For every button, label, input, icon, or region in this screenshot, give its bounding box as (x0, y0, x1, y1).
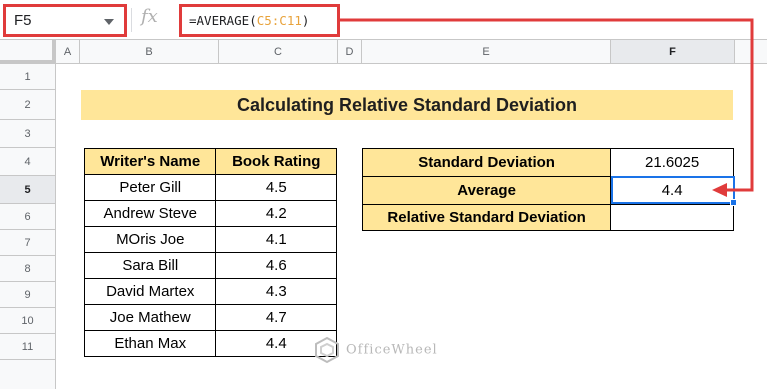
officewheel-logo-icon (315, 336, 339, 364)
annotation-arrow (340, 18, 754, 197)
watermark: OfficeWheel (314, 336, 438, 364)
arrow-line (340, 18, 754, 192)
watermark-text: OfficeWheel (346, 342, 438, 358)
arrow-head-icon (712, 183, 727, 197)
